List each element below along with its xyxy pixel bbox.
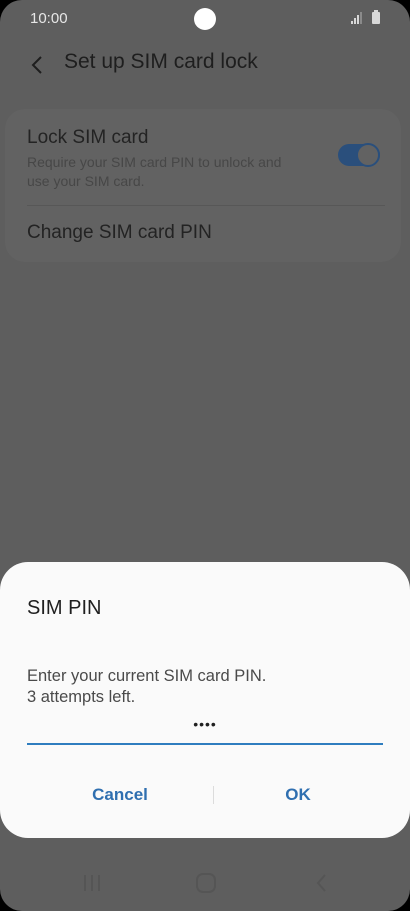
lock-sim-card-title: Lock SIM card [27, 127, 149, 148]
phone-screen: 10:00 Set up SIM card lock Lock SIM card… [0, 0, 410, 911]
back-button[interactable] [20, 48, 54, 82]
dialog-message: Enter your current SIM card PIN. 3 attem… [27, 666, 266, 708]
app-header: Set up SIM card lock [0, 40, 410, 88]
battery-icon [372, 10, 380, 24]
sim-pin-dialog: SIM PIN Enter your current SIM card PIN.… [0, 562, 410, 838]
dialog-message-line-1: Enter your current SIM card PIN. [27, 667, 267, 685]
status-time: 10:00 [30, 10, 68, 27]
navigation-bar [0, 855, 410, 911]
nav-back-icon [316, 874, 326, 892]
recents-button[interactable] [72, 865, 112, 901]
signal-icon [351, 12, 362, 24]
cancel-button[interactable]: Cancel [30, 777, 210, 813]
settings-card: Lock SIM card Require your SIM card PIN … [5, 109, 401, 262]
recents-icon [84, 875, 100, 891]
ok-button[interactable]: OK [208, 777, 388, 813]
page-title: Set up SIM card lock [64, 50, 258, 73]
lock-sim-card-row[interactable]: Lock SIM card Require your SIM card PIN … [5, 109, 401, 205]
change-sim-pin-row[interactable]: Change SIM card PIN [5, 206, 401, 262]
pin-input[interactable]: •••• [27, 713, 383, 745]
back-arrow-icon [31, 56, 42, 74]
lock-sim-card-description: Require your SIM card PIN to unlock and … [27, 154, 282, 189]
front-camera [194, 8, 216, 30]
dialog-title: SIM PIN [27, 597, 102, 619]
home-button[interactable] [186, 865, 226, 901]
dialog-message-line-2: 3 attempts left. [27, 688, 136, 706]
dialog-buttons: Cancel OK [0, 777, 410, 813]
status-bar: 10:00 [0, 0, 410, 38]
lock-sim-card-toggle[interactable] [338, 143, 380, 167]
home-icon [196, 873, 216, 893]
nav-back-button[interactable] [301, 865, 341, 901]
change-sim-pin-title: Change SIM card PIN [27, 222, 212, 243]
toggle-knob [356, 143, 380, 167]
